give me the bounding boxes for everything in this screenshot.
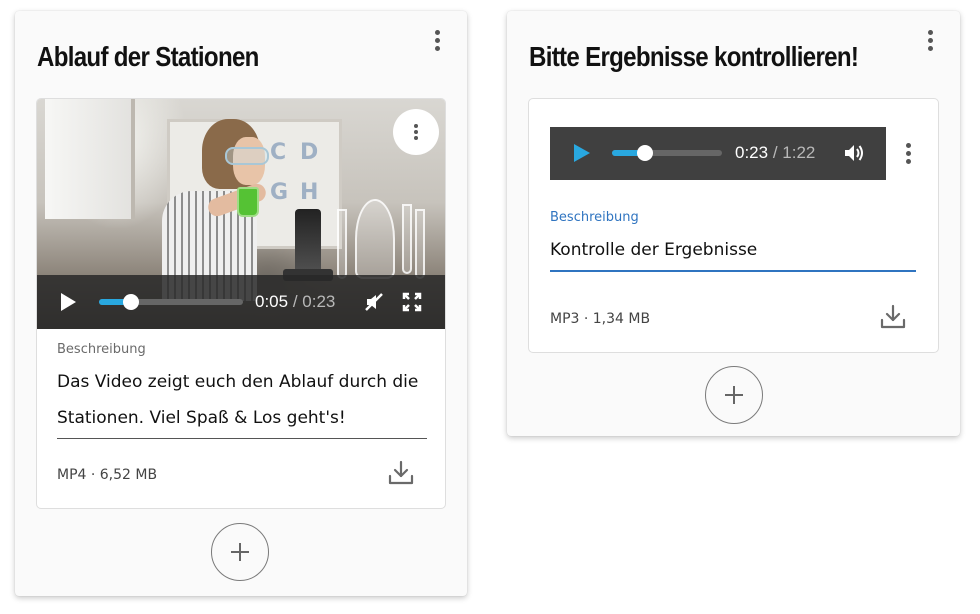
mute-icon[interactable] bbox=[363, 291, 385, 313]
time-separator: / bbox=[288, 292, 303, 311]
play-icon[interactable] bbox=[574, 144, 590, 162]
board-letter: D bbox=[300, 140, 319, 165]
progress-knob[interactable] bbox=[637, 145, 653, 161]
time-separator: / bbox=[768, 143, 783, 162]
download-icon[interactable] bbox=[387, 460, 415, 486]
current-time: 0:23 bbox=[735, 143, 769, 162]
audio-item: 0:23 / 1:22 Beschreibung Kontrolle der E… bbox=[528, 98, 939, 353]
description-label: Beschreibung bbox=[57, 342, 146, 357]
file-meta: MP4 · 6,52 MB bbox=[57, 467, 158, 483]
card-menu-kebab-icon[interactable] bbox=[919, 27, 943, 55]
description-field[interactable]: Kontrolle der Ergebnisse bbox=[550, 232, 916, 272]
progress-knob[interactable] bbox=[122, 294, 139, 310]
duration: 0:23 bbox=[302, 292, 336, 311]
video-time: 0:05 / 0:23 bbox=[255, 292, 335, 312]
add-plus-icon[interactable] bbox=[705, 366, 763, 424]
media-card-video: Ablauf der Stationen C D G H 0:05 / 0:23… bbox=[15, 11, 467, 596]
video-options-kebab-icon[interactable] bbox=[393, 109, 439, 155]
description-field[interactable]: Das Video zeigt euch den Ablauf durch di… bbox=[57, 364, 427, 439]
audio-time: 0:23 / 1:22 bbox=[735, 143, 815, 163]
video-item: C D G H 0:05 / 0:23 Beschreibung Das Vid… bbox=[36, 98, 446, 509]
card-title: Ablauf der Stationen bbox=[37, 41, 259, 72]
audio-progress-slider[interactable] bbox=[612, 145, 722, 161]
media-card-audio: Bitte Ergebnisse kontrollieren! 0:23 / 1… bbox=[507, 11, 960, 436]
audio-options-kebab-icon[interactable] bbox=[897, 140, 921, 168]
current-time: 0:05 bbox=[255, 292, 289, 311]
fullscreen-icon[interactable] bbox=[401, 291, 423, 313]
audio-player[interactable]: 0:23 / 1:22 bbox=[550, 127, 886, 180]
board-letter: C bbox=[270, 140, 287, 165]
duration: 1:22 bbox=[782, 143, 816, 162]
board-letter: G bbox=[270, 180, 289, 205]
video-player[interactable]: C D G H 0:05 / 0:23 bbox=[37, 99, 445, 329]
volume-icon[interactable] bbox=[842, 142, 866, 164]
file-meta: MP3 · 1,34 MB bbox=[550, 311, 651, 327]
card-menu-kebab-icon[interactable] bbox=[426, 27, 450, 55]
card-title: Bitte Ergebnisse kontrollieren! bbox=[529, 41, 859, 72]
add-plus-icon[interactable] bbox=[211, 523, 269, 581]
play-icon[interactable] bbox=[61, 293, 76, 311]
description-label: Beschreibung bbox=[550, 210, 639, 225]
video-controls: 0:05 / 0:23 bbox=[37, 275, 445, 329]
video-progress-slider[interactable] bbox=[99, 294, 243, 310]
board-letter: H bbox=[300, 180, 319, 205]
download-icon[interactable] bbox=[879, 304, 907, 330]
